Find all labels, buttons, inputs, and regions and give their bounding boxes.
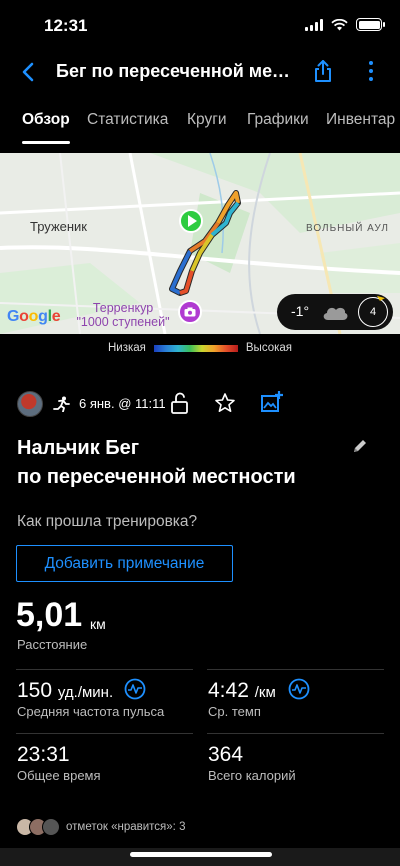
pace-stat: 4:42 /км (208, 679, 276, 703)
distance-unit: км (90, 616, 106, 632)
map-label-village: ВОЛЬНЫЙ АУЛ (306, 223, 389, 234)
star-icon[interactable] (214, 392, 236, 414)
share-button[interactable] (308, 56, 338, 86)
add-note-button[interactable]: Добавить примечание (16, 545, 233, 582)
total-time-value: 23:31 (17, 743, 70, 766)
distance-value: 5,01 (16, 596, 83, 634)
workout-question: Как прошла тренировка? (17, 513, 198, 530)
tab-laps[interactable]: Круги (187, 111, 227, 129)
running-icon (53, 396, 70, 412)
pace-unit: /км (254, 684, 276, 701)
unlock-icon[interactable] (170, 392, 190, 414)
legend-low-label: Низкая (107, 342, 146, 354)
avatar[interactable] (17, 391, 43, 417)
comment-icon[interactable] (290, 860, 308, 866)
page-title: Бег по пересеченной мес... (56, 61, 296, 81)
pencil-icon[interactable] (352, 438, 368, 454)
tab-gear[interactable]: Инвентар (326, 111, 395, 129)
divider (16, 669, 193, 670)
heart-rate-chart-icon[interactable] (124, 678, 146, 700)
pace-value: 4:42 (208, 679, 249, 702)
calories-label: Всего калорий (208, 768, 296, 783)
avatar (42, 818, 60, 836)
more-options-button[interactable] (358, 56, 384, 86)
heart-rate-value: 150 (17, 679, 53, 702)
heart-rate-unit: уд./мин. (57, 684, 114, 701)
back-button[interactable] (14, 58, 42, 86)
activity-date: 6 янв. @ 11:11 (79, 396, 166, 411)
likes-count: отметок «нравится»: 3 (66, 821, 186, 833)
home-indicator[interactable] (130, 852, 272, 857)
battery-icon (356, 18, 385, 31)
signal-icon (305, 18, 323, 31)
activity-meta: 6 янв. @ 11:11 (17, 388, 387, 420)
map-label-poi: Терренкур "1000 ступеней" (76, 301, 170, 329)
distance-label: Расстояние (17, 637, 88, 652)
route-map[interactable]: Труженик ВОЛЬНЫЙ АУЛ Терренкур "1000 сту… (0, 153, 400, 334)
status-time: 12:31 (44, 16, 88, 35)
chevron-left-icon (22, 62, 34, 82)
likes-row[interactable]: отметок «нравится»: 3 (16, 818, 316, 838)
wind-indicator: 4 (358, 297, 388, 327)
tab-overview[interactable]: Обзор (22, 111, 70, 129)
tab-charts[interactable]: Графики (247, 111, 309, 129)
legend-gradient (153, 344, 238, 352)
heart-rate-stat: 150 уд./мин. (17, 679, 113, 703)
active-tab-indicator (22, 141, 70, 144)
share-icon (315, 60, 331, 82)
map-label-town: Труженик (30, 219, 87, 234)
total-time-label: Общее время (17, 768, 101, 783)
divider (16, 733, 193, 734)
calories-value: 364 (208, 743, 244, 766)
bottom-nav (0, 848, 400, 866)
status-icons (305, 18, 385, 31)
heart-icon[interactable] (90, 860, 108, 866)
divider (207, 733, 384, 734)
divider (207, 669, 384, 670)
poi-camera-icon[interactable] (178, 300, 202, 324)
pace-chart-icon[interactable] (288, 678, 310, 700)
weather-widget: -1° 4 (277, 294, 393, 330)
pace-label: Ср. темп (208, 704, 261, 719)
temperature: -1° (291, 303, 310, 319)
add-photo-icon[interactable] (260, 390, 284, 414)
tab-bar: Обзор Статистика Круги Графики Инвентар (0, 100, 400, 144)
cloud-icon (323, 307, 348, 320)
activity-title: Нальчик Бег по пересеченной местности (17, 437, 296, 488)
heart-rate-label: Средняя частота пульса (17, 704, 165, 719)
app-header: Бег по пересеченной мес... (0, 50, 400, 94)
legend-high-label: Высокая (245, 342, 293, 354)
wifi-icon (331, 18, 348, 30)
google-logo: Google (7, 308, 61, 325)
tab-statistics[interactable]: Статистика (87, 111, 168, 129)
status-bar: 12:31 (0, 0, 400, 50)
pace-legend: Низкая Высокая (0, 339, 400, 357)
